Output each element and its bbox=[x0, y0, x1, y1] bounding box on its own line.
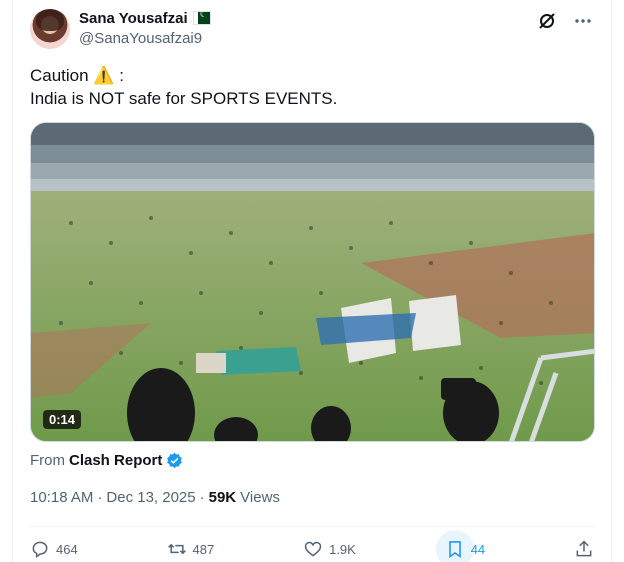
reply-button[interactable]: 464 bbox=[30, 539, 78, 559]
like-button[interactable]: 1.9K bbox=[303, 539, 356, 559]
grok-icon[interactable] bbox=[537, 11, 557, 31]
top-actions bbox=[537, 11, 593, 31]
tweet-card: Sana Yousafzai @SanaYousafzai9 Caution ⚠… bbox=[12, 0, 612, 562]
video-duration-badge: 0:14 bbox=[43, 410, 82, 429]
meta-separator: · bbox=[97, 489, 103, 506]
source-account-link[interactable]: Clash Report bbox=[69, 452, 162, 469]
tweet-time[interactable]: 10:18 AM bbox=[30, 489, 93, 506]
video-player[interactable]: 0:14 bbox=[30, 122, 595, 442]
divider bbox=[30, 526, 594, 527]
tweet-text-line-1: Caution ⚠️ : bbox=[30, 66, 124, 85]
bookmark-icon bbox=[448, 541, 461, 559]
bookmark-count: 44 bbox=[470, 541, 486, 557]
bookmark-button[interactable]: 44 bbox=[435, 530, 486, 562]
tweet-metadata: 10:18 AM · Dec 13, 2025 · 59K Views bbox=[30, 489, 280, 506]
action-bar: 464 487 1.9K 44 bbox=[30, 530, 594, 562]
like-count: 1.9K bbox=[329, 541, 356, 557]
source-prefix: From bbox=[30, 452, 65, 469]
reply-count: 464 bbox=[56, 541, 78, 557]
avatar[interactable] bbox=[30, 9, 70, 49]
tweet-date[interactable]: Dec 13, 2025 bbox=[106, 489, 195, 506]
more-options-icon[interactable] bbox=[573, 11, 593, 31]
heart-icon bbox=[304, 541, 322, 557]
meta-separator: · bbox=[199, 489, 205, 506]
share-icon bbox=[576, 540, 592, 557]
pakistan-flag-icon bbox=[192, 9, 211, 25]
author-display-name[interactable]: Sana Yousafzai bbox=[79, 10, 188, 27]
media-source: From Clash Report bbox=[30, 452, 183, 469]
reply-icon bbox=[32, 541, 48, 558]
author-handle[interactable]: @SanaYousafzai9 bbox=[79, 30, 202, 47]
repost-count: 487 bbox=[192, 541, 215, 557]
author-name-row: Sana Yousafzai bbox=[79, 8, 211, 28]
views-label: Views bbox=[240, 489, 280, 506]
tweet-text: Caution ⚠️ : India is NOT safe for SPORT… bbox=[30, 64, 590, 110]
stadium-video-frame bbox=[31, 123, 594, 441]
repost-button[interactable]: 487 bbox=[167, 539, 215, 559]
verified-badge-icon bbox=[167, 452, 183, 469]
views-count: 59K bbox=[208, 489, 237, 506]
repost-icon bbox=[167, 543, 186, 555]
share-button[interactable] bbox=[574, 539, 594, 559]
tweet-text-line-2: India is NOT safe for SPORTS EVENTS. bbox=[30, 89, 338, 108]
